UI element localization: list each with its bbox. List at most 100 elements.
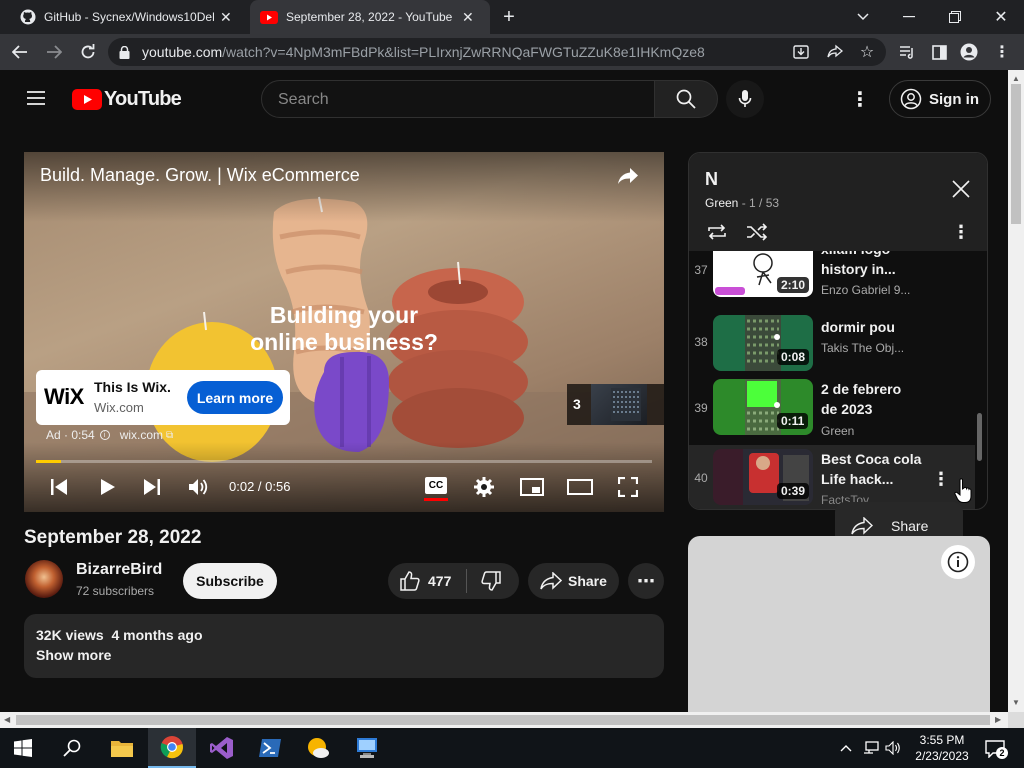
playlist-item[interactable]: 38 0:08 dormir pou Takis The Obj... <box>689 315 975 377</box>
thumbs-down-icon <box>481 571 501 591</box>
scroll-down-arrow-icon[interactable]: ▼ <box>1012 698 1020 707</box>
hamburger-menu-icon[interactable] <box>24 88 48 108</box>
context-menu-share[interactable]: Share <box>891 518 928 534</box>
ad-title[interactable]: Build. Manage. Grow. | Wix eCommerce <box>40 165 360 186</box>
wix-logo: WiX <box>44 384 84 409</box>
scroll-left-arrow-icon[interactable]: ◀ <box>4 715 10 724</box>
settings-kebab-icon[interactable]: ⋮ <box>850 88 870 111</box>
network-icon[interactable] <box>862 740 880 756</box>
skip-preview[interactable]: 3 <box>567 384 664 425</box>
show-hidden-icons-chevron-icon[interactable] <box>838 740 854 756</box>
chrome-taskbar-button[interactable] <box>148 728 196 768</box>
forward-arrow-icon[interactable] <box>42 40 66 64</box>
restore-button[interactable] <box>944 6 966 28</box>
powershell-button[interactable] <box>256 736 284 760</box>
captions-button[interactable]: CC <box>425 477 447 494</box>
close-window-button[interactable]: ✕ <box>990 6 1012 28</box>
item-title: 2 de febrero de 2023 <box>821 379 901 419</box>
youtube-logo[interactable]: YouTube <box>72 88 182 111</box>
clock[interactable]: 3:55 PM 2/23/2023 <box>904 732 980 764</box>
profile-icon[interactable] <box>958 42 980 62</box>
file-explorer-button[interactable] <box>108 736 136 760</box>
share-page-icon[interactable] <box>824 42 846 62</box>
miniplayer-button[interactable] <box>519 476 545 498</box>
player-share-icon[interactable] <box>616 164 640 188</box>
scroll-right-arrow-icon[interactable]: ▶ <box>995 715 1001 724</box>
youtube-favicon-icon <box>260 10 278 24</box>
back-arrow-icon[interactable] <box>8 40 32 64</box>
playlist-scrollbar-thumb[interactable] <box>977 413 982 461</box>
remote-desktop-button[interactable] <box>352 736 382 760</box>
visual-studio-button[interactable] <box>208 736 236 760</box>
video-player[interactable]: Build. Manage. Grow. | Wix eCommerce Bui… <box>24 152 664 512</box>
subscribe-button[interactable]: Subscribe <box>183 563 277 599</box>
playlist-menu-icon[interactable]: ⋮ <box>951 221 971 243</box>
dislike-button[interactable] <box>474 571 508 591</box>
description-box[interactable]: 32K views 4 months ago Show more <box>24 614 664 678</box>
bookmark-star-icon[interactable]: ☆ <box>856 42 878 62</box>
settings-button[interactable] <box>472 476 496 498</box>
vertical-scrollbar[interactable]: ▲ ▼ <box>1008 70 1024 712</box>
search-taskbar-button[interactable] <box>60 738 84 758</box>
new-tab-button[interactable]: + <box>498 6 520 28</box>
voice-search-button[interactable] <box>726 80 764 118</box>
item-title-line-2: Life hack... <box>821 471 894 487</box>
minimize-button[interactable] <box>898 6 920 28</box>
like-button[interactable]: 477 <box>388 563 466 599</box>
item-title-line-1: xiiam logo <box>821 251 896 259</box>
theater-mode-button[interactable] <box>567 476 593 498</box>
playlist-meta: Green - 1 / 53 <box>705 196 780 210</box>
item-channel: Green <box>821 424 855 438</box>
horizontal-scrollbar[interactable]: ◀ ▶ <box>0 712 1008 728</box>
playlist-owner[interactable]: Green <box>705 196 738 210</box>
volume-button[interactable] <box>186 476 212 498</box>
horizontal-scroll-thumb[interactable] <box>16 715 990 725</box>
item-menu-icon[interactable]: ⋮ <box>931 467 951 491</box>
close-tab-icon[interactable]: ✕ <box>220 9 232 26</box>
vertical-scroll-thumb[interactable] <box>1011 84 1021 224</box>
browser-menu-icon[interactable]: ⋮ <box>992 42 1012 62</box>
search-input[interactable]: Search <box>261 80 655 118</box>
channel-name[interactable]: BizarreBird <box>76 561 162 579</box>
share-icon <box>540 572 562 590</box>
side-panel-icon[interactable] <box>928 42 950 62</box>
search-button[interactable] <box>654 80 718 118</box>
ad-card[interactable]: WiX This Is Wix. Wix.com Learn more <box>36 370 290 425</box>
action-center-button[interactable]: 2 <box>982 738 1008 760</box>
volume-tray-icon[interactable] <box>884 740 902 756</box>
close-tab-icon[interactable]: ✕ <box>462 9 474 26</box>
fullscreen-button[interactable] <box>615 476 641 498</box>
sign-in-button[interactable]: Sign in <box>889 80 991 118</box>
play-button[interactable] <box>96 476 120 498</box>
install-app-icon[interactable] <box>790 42 812 62</box>
weather-button[interactable] <box>304 736 332 760</box>
more-actions-button[interactable]: ⋯ <box>628 563 664 599</box>
share-button[interactable]: Share <box>528 563 619 599</box>
playlist-title[interactable]: N <box>705 169 718 190</box>
scroll-up-arrow-icon[interactable]: ▲ <box>1012 74 1020 83</box>
playlist-position: 1 / 53 <box>749 196 780 210</box>
start-button[interactable] <box>12 738 34 758</box>
lock-icon[interactable] <box>116 44 132 60</box>
url-text[interactable]: youtube.com/watch?v=4NpM3mFBdPk&list=PLI… <box>142 44 705 60</box>
media-controls-icon[interactable] <box>896 42 918 62</box>
progress-bar[interactable] <box>36 460 652 463</box>
loop-button[interactable] <box>705 221 729 243</box>
playlist-item[interactable]: 39 0:11 2 de febrero de 2023 Green <box>689 379 975 441</box>
ad-info-icon[interactable]: i <box>99 430 110 440</box>
playlist-item-hovered[interactable]: 40 0:39 Best Coca cola Life hack... Fact… <box>689 445 975 509</box>
ad-site-link[interactable]: wix.com <box>120 428 163 442</box>
show-more-link[interactable]: Show more <box>36 647 111 663</box>
playlist-item[interactable]: 37 2:10 xiiam logo history in... Enzo Ga… <box>689 251 975 303</box>
previous-button[interactable] <box>50 476 68 498</box>
close-playlist-button[interactable] <box>949 177 973 201</box>
learn-more-button[interactable]: Learn more <box>187 381 283 414</box>
ad-info-button[interactable] <box>941 545 975 579</box>
tab-youtube[interactable]: September 28, 2022 - YouTube ✕ <box>250 0 490 34</box>
tab-github[interactable]: GitHub - Sycnex/Windows10Debloater ✕ <box>10 0 250 34</box>
shuffle-button[interactable] <box>745 221 769 243</box>
channel-avatar[interactable] <box>25 560 63 598</box>
next-button[interactable] <box>140 476 164 498</box>
reload-icon[interactable] <box>76 40 100 64</box>
tab-search-chevron-icon[interactable] <box>852 6 874 28</box>
